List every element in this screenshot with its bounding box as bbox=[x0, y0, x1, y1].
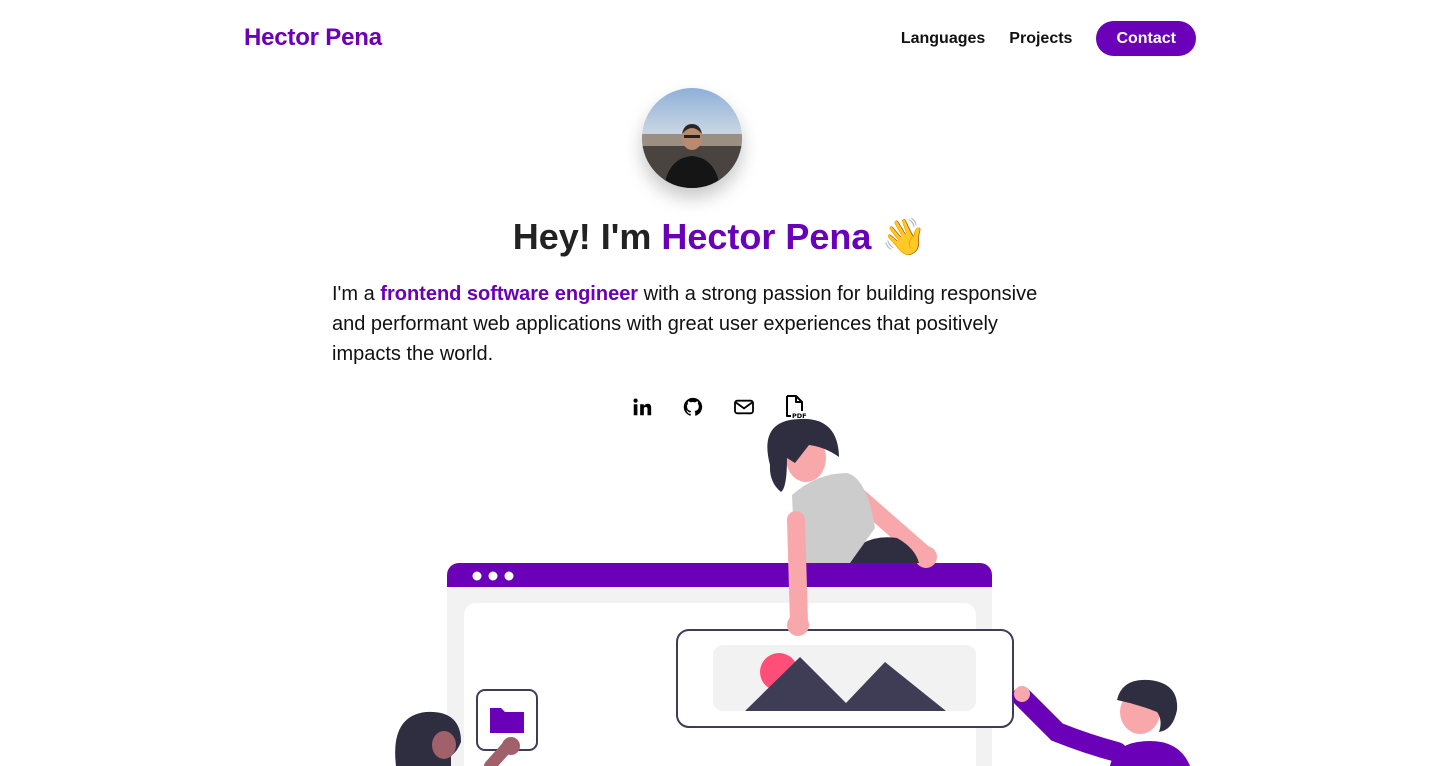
nav-links: Languages Projects Contact bbox=[901, 21, 1196, 56]
browser-window bbox=[447, 563, 992, 766]
window-dot bbox=[472, 571, 482, 581]
left-woman-arm bbox=[484, 740, 514, 766]
woman-arm bbox=[837, 477, 935, 565]
sun-circle bbox=[760, 653, 798, 691]
pdf-badge: PDF bbox=[792, 412, 806, 420]
folder-card bbox=[476, 689, 538, 751]
browser-content-area bbox=[464, 603, 976, 766]
greeting-prefix: Hey! I'm bbox=[512, 216, 662, 257]
intro-paragraph: I'm a frontend software engineer with a … bbox=[332, 279, 1072, 369]
mail-icon[interactable] bbox=[732, 394, 756, 420]
social-links: PDF bbox=[630, 394, 807, 420]
intro-prefix: I'm a bbox=[332, 283, 381, 305]
woman-pants bbox=[842, 537, 919, 563]
hero-name: Hector Pena bbox=[661, 216, 872, 257]
profile-avatar bbox=[642, 88, 742, 188]
browser-titlebar bbox=[447, 563, 992, 587]
image-placeholder bbox=[713, 645, 976, 711]
left-woman-face bbox=[432, 731, 456, 759]
woman-arm-down bbox=[787, 511, 808, 632]
man-face bbox=[1120, 690, 1160, 734]
nav-link-languages[interactable]: Languages bbox=[901, 30, 985, 48]
intro-role: frontend software engineer bbox=[380, 283, 639, 305]
woman-face bbox=[786, 434, 826, 482]
image-card bbox=[676, 629, 1014, 728]
woman-hand bbox=[915, 546, 937, 568]
github-icon[interactable] bbox=[681, 394, 705, 420]
nav-link-projects[interactable]: Projects bbox=[1009, 30, 1072, 48]
wave-emoji-icon: 👋 bbox=[881, 216, 927, 257]
woman-hand bbox=[787, 614, 809, 636]
man-arm bbox=[1012, 687, 1127, 762]
left-woman-hand bbox=[502, 737, 520, 755]
left-woman-hair bbox=[395, 711, 461, 766]
woman-shirt bbox=[792, 473, 875, 563]
pdf-resume-icon[interactable]: PDF bbox=[783, 394, 807, 420]
hero-headline: Hey! I'm Hector Pena 👋 bbox=[0, 216, 1439, 258]
top-navbar: Hector Pena Languages Projects Contact bbox=[0, 0, 1439, 78]
man-hair bbox=[1117, 679, 1178, 732]
linkedin-icon[interactable] bbox=[630, 394, 654, 420]
profile-photo bbox=[642, 88, 742, 188]
woman-hair bbox=[767, 418, 839, 492]
contact-button[interactable]: Contact bbox=[1096, 21, 1196, 56]
mountains-shape bbox=[745, 657, 946, 711]
brand-logo[interactable]: Hector Pena bbox=[244, 24, 382, 52]
window-dot bbox=[488, 571, 498, 581]
man-shirt bbox=[1110, 741, 1190, 766]
man-hand bbox=[1014, 686, 1030, 702]
folder-icon bbox=[490, 708, 524, 733]
window-dot bbox=[504, 571, 514, 581]
